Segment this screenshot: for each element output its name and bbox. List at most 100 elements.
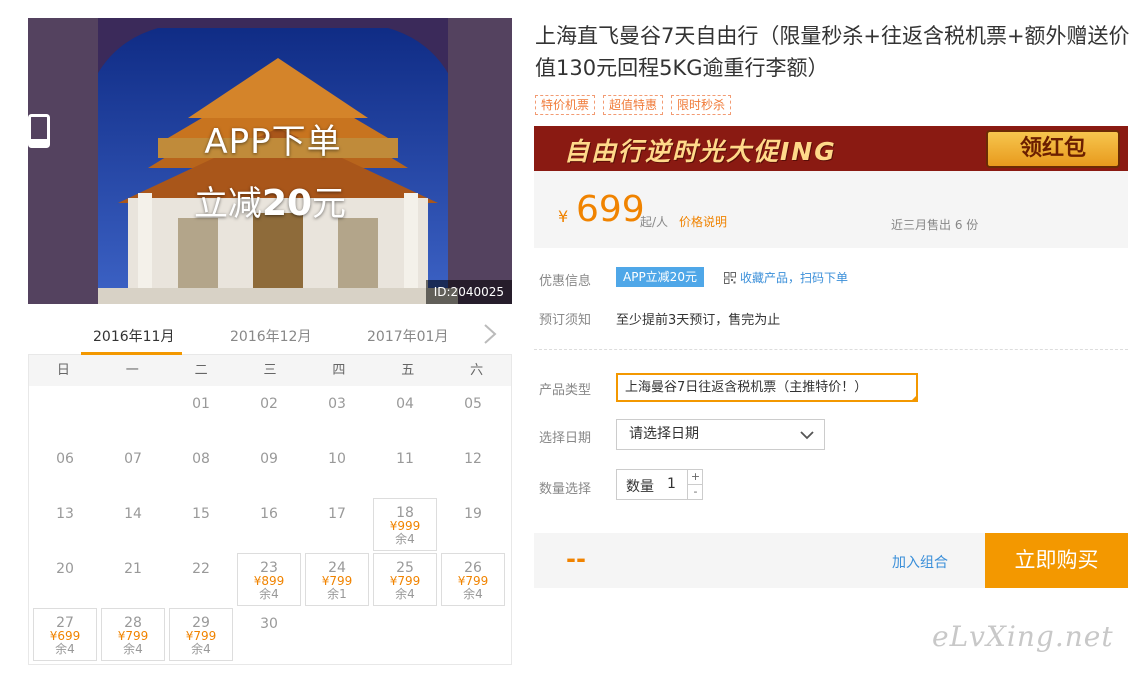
weekday-label: 一	[125, 363, 139, 378]
calendar-day: 16	[237, 498, 301, 551]
day-remaining: 余4	[123, 642, 143, 656]
day-number: 29	[192, 615, 210, 631]
calendar-day: 03	[305, 388, 369, 441]
day-remaining: 余4	[259, 587, 279, 601]
weekday-label: 日	[56, 363, 70, 378]
section-divider	[534, 349, 1128, 350]
day-number: 17	[328, 506, 346, 522]
day-number: 20	[56, 561, 74, 577]
tab-month-1[interactable]: 2016年11月	[93, 326, 174, 346]
day-number: 22	[192, 561, 210, 577]
favorite-link-text: 收藏产品，扫码下单	[740, 271, 849, 285]
calendar-body: 日 一 二 三 四 五 六 01 02 03 04 05 06 07 08 09 10 11 12 13…	[28, 355, 512, 665]
qr-code-icon	[724, 272, 736, 287]
tag-badge: 限时秒杀	[671, 95, 732, 115]
calendar-day: 13	[33, 498, 97, 551]
calendar-day[interactable]: 25 ¥799 余4	[373, 553, 437, 606]
calendar-day[interactable]: 24 ¥799 余1	[305, 553, 369, 606]
selected-corner-icon	[910, 394, 918, 402]
add-combo-link[interactable]: 加入组合	[892, 552, 948, 572]
calendar-day: 22	[169, 553, 233, 606]
calendar-day[interactable]: 27 ¥699 余4	[33, 608, 97, 661]
day-number: 04	[396, 396, 414, 412]
discount-promo-line: 立减20元	[28, 176, 512, 225]
discount-label: 优惠信息	[539, 274, 592, 289]
calendar-day: 20	[33, 553, 97, 606]
banner-text: 自由行逆时光大促ING	[564, 137, 837, 166]
calendar-day: 05	[441, 388, 505, 441]
calendar-day: 17	[305, 498, 369, 551]
day-remaining: 余4	[395, 587, 415, 601]
day-number: 07	[124, 451, 142, 467]
day-remaining: 余4	[191, 642, 211, 656]
day-number: 26	[464, 560, 482, 576]
price-note-link[interactable]: 价格说明	[679, 213, 727, 230]
quantity-field-label: 数量	[626, 479, 654, 495]
favorite-link[interactable]: 收藏产品，扫码下单	[724, 269, 848, 287]
price-value: 699	[576, 189, 645, 230]
day-number: 14	[124, 506, 142, 522]
app-promo-text: APP下单	[204, 122, 342, 162]
weekday-label: 六	[470, 363, 484, 378]
day-number: 23	[260, 560, 278, 576]
calendar-day: 02	[237, 388, 301, 441]
total-price: --	[566, 545, 586, 573]
weekday-label: 四	[332, 363, 346, 378]
tab-month-2[interactable]: 2016年12月	[230, 326, 311, 346]
tab-month-3[interactable]: 2017年01月	[367, 326, 448, 346]
quantity-value[interactable]: 1	[667, 476, 676, 492]
day-number: 10	[328, 451, 346, 467]
promo-banner[interactable]: 自由行逆时光大促ING 领红包	[534, 126, 1128, 171]
day-number: 12	[464, 451, 482, 467]
tag-badge: 超值特惠	[603, 95, 664, 115]
product-title: 上海直飞曼谷7天自由行（限量秒杀+往返含税机票+额外赠送价值130元回程5KG逾…	[535, 24, 1130, 80]
calendar-day[interactable]: 29 ¥799 余4	[169, 608, 233, 661]
product-tags: 特价机票 超值特惠 限时秒杀	[535, 95, 732, 115]
quantity-stepper: 数量 1 + -	[616, 469, 703, 500]
day-number: 09	[260, 451, 278, 467]
calendar-day: 15	[169, 498, 233, 551]
day-number: 24	[328, 560, 346, 576]
day-number: 11	[396, 451, 414, 467]
price-unit: 起/人	[640, 215, 669, 229]
day-remaining: 余4	[55, 642, 75, 656]
calendar-day[interactable]: 26 ¥799 余4	[441, 553, 505, 606]
weekday-header: 日 一 二 三 四 五 六	[29, 355, 511, 386]
product-type-value: 上海曼谷7日往返含税机票（主推特价！）	[625, 380, 868, 395]
date-select[interactable]: 请选择日期	[616, 419, 825, 450]
day-number: 28	[124, 615, 142, 631]
day-remaining: 余4	[395, 532, 415, 546]
buy-now-button[interactable]: 立即购买	[985, 533, 1128, 588]
product-type-option[interactable]: 上海曼谷7日往返含税机票（主推特价！）	[616, 373, 918, 402]
product-type-label: 产品类型	[539, 383, 592, 398]
calendar-day: 06	[33, 443, 97, 496]
day-number: 13	[56, 506, 74, 522]
day-number: 19	[464, 506, 482, 522]
day-number: 02	[260, 396, 278, 412]
discount-amount: 20	[261, 183, 313, 224]
weekday-label: 二	[194, 363, 208, 378]
day-remaining: 余1	[327, 587, 347, 601]
calendar-day: 07	[101, 443, 165, 496]
day-number: 16	[260, 506, 278, 522]
price-box: ¥ 699 起/人 价格说明 近三月售出 6 份	[534, 171, 1128, 248]
day-number: 06	[56, 451, 74, 467]
calendar-day[interactable]: 18 ¥999 余4	[373, 498, 437, 551]
discount-suffix: 元	[312, 184, 347, 224]
calendar-day: 11	[373, 443, 437, 496]
increment-button[interactable]: +	[687, 470, 703, 485]
product-image: APP下单 立减20元 ID:2040025	[28, 18, 512, 304]
calendar-day[interactable]: 23 ¥899 余4	[237, 553, 301, 606]
day-number: 21	[124, 561, 142, 577]
next-month-chevron-icon[interactable]	[480, 322, 500, 346]
site-watermark: eLvXing.net	[932, 620, 1114, 653]
day-number: 30	[260, 616, 278, 632]
date-label: 选择日期	[539, 431, 592, 446]
decrement-button[interactable]: -	[687, 485, 703, 500]
day-number: 18	[396, 505, 414, 521]
notice-label: 预订须知	[539, 313, 592, 328]
day-number: 08	[192, 451, 210, 467]
day-number: 15	[192, 506, 210, 522]
red-packet-button[interactable]: 领红包	[986, 130, 1120, 168]
calendar-day[interactable]: 28 ¥799 余4	[101, 608, 165, 661]
